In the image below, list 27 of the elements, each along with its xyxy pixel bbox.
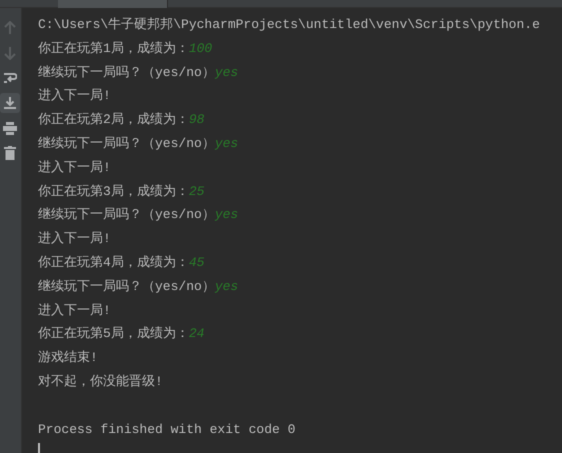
input-text: yes [214, 278, 238, 294]
input-text: 100 [188, 40, 212, 56]
console-output: 进入下一局! [38, 88, 111, 104]
input-text: yes [214, 136, 238, 151]
console-output: 继续玩下一局吗？（yes/no） [38, 278, 215, 294]
console-output: 对不起，你没能晋级! [38, 374, 163, 389]
console-output: 继续玩下一局吗？（yes/no） [38, 136, 215, 151]
console-output: 进入下一局! [38, 302, 111, 318]
console-output: 你正在玩第2局，成绩为： [38, 112, 189, 128]
input-text: yes [214, 64, 238, 80]
console-output: 你正在玩第1局，成绩为： [38, 40, 189, 56]
console-output: 你正在玩第3局，成绩为： [38, 184, 189, 199]
console-output: 进入下一局! [38, 231, 111, 246]
scroll-to-end-icon[interactable] [0, 93, 20, 113]
exit-message: Process finished with exit code 0 [38, 422, 296, 437]
console-output: 你正在玩第5局，成绩为： [38, 326, 189, 342]
input-text: 24 [188, 326, 204, 342]
input-text: 45 [188, 254, 204, 270]
console-output: 游戏结束! [38, 350, 98, 366]
console-output: 继续玩下一局吗？（yes/no） [38, 207, 215, 222]
console-output: 你正在玩第4局，成绩为： [38, 254, 189, 270]
console-output: 进入下一局! [38, 160, 111, 175]
input-text: yes [214, 207, 238, 222]
input-text: 25 [188, 184, 204, 199]
console-output: 继续玩下一局吗？（yes/no） [38, 64, 215, 80]
console-output: C:\Users\牛子硬邦邦\PycharmProjects\untitled\venv\Scripts\python.e [38, 17, 540, 32]
input-text: 98 [188, 112, 204, 128]
